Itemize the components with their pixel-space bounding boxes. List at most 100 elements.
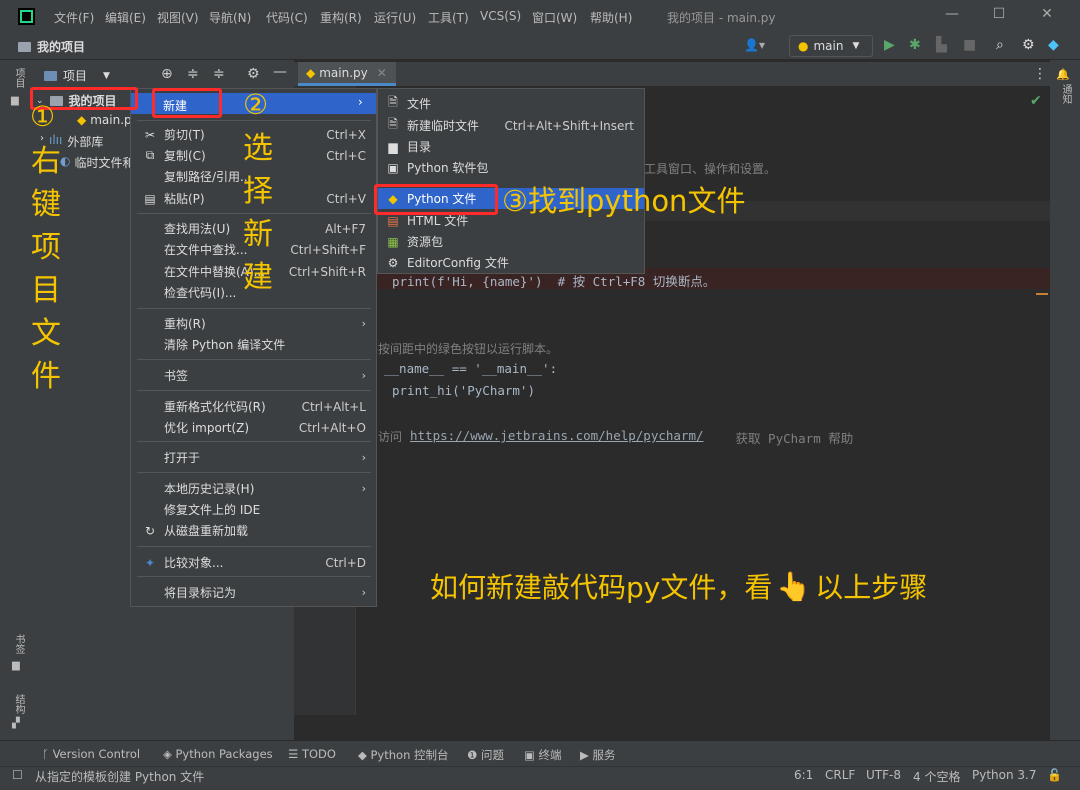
run-icon[interactable]: ▶ [884,37,895,53]
plugin-icon[interactable]: ◆ [1048,37,1059,53]
file-encoding[interactable]: UTF-8 [866,768,901,782]
error-stripe-mark [1036,293,1048,295]
reload-icon: ↻ [144,523,156,538]
code-comment-hint1: 工具窗口、操作和设置。 [644,162,777,176]
tool-tab-version-control[interactable]: ᚴ Version Control [42,747,140,761]
collapse-all-icon[interactable]: ≑ [213,66,225,82]
menu-item-repair-ide-label: 修复文件上的 IDE [164,503,261,517]
submenu-item-editorconfig[interactable]: ⚙ EditorConfig 文件 [378,252,644,273]
folder-icon: ▆ [11,95,19,106]
code-help-link[interactable]: https://www.jetbrains.com/help/pycharm/ [410,428,704,443]
menu-edit[interactable]: 编辑(E) [105,9,146,26]
menu-separator [137,359,371,360]
tool-tab-python-packages-label: Python Packages [175,747,273,761]
project-tool-tab[interactable]: 项目 [11,68,26,88]
menu-window[interactable]: 窗口(W) [532,9,577,26]
bookmarks-tool-tab[interactable]: 书签 [11,634,26,654]
python-console-icon: ◆ [358,748,371,762]
tree-scratches[interactable]: ◐临时文件和控制台 [60,154,130,171]
tool-tab-todo[interactable]: ☰ TODO [288,747,336,761]
hide-icon[interactable]: — [273,64,287,80]
user-icon[interactable]: 👤▾ [744,38,765,52]
tab-main-py-label: main.py [319,65,368,80]
menu-tools[interactable]: 工具(T) [428,9,469,26]
code-comment-hint2: 按间距中的绿色按钮以运行脚本。 [378,342,559,356]
caret-position[interactable]: 6:1 [794,768,813,782]
python-interpreter[interactable]: Python 3.7 [972,768,1037,782]
submenu-item-directory[interactable]: ▆ 目录 [378,136,644,157]
menu-item-bookmarks[interactable]: 书签 › [131,365,376,386]
search-icon[interactable]: ⌕ [996,37,1004,53]
bell-icon[interactable]: 🔔 [1056,68,1070,81]
maximize-icon[interactable]: ☐ [984,6,1014,22]
chevron-right-icon: › [361,586,366,599]
stop-icon[interactable]: ■ [963,37,976,53]
menu-item-refactor[interactable]: 重构(R) › [131,313,376,334]
submenu-item-resource-bundle[interactable]: ▦ 资源包 [378,231,644,252]
submenu-item-file[interactable]: 🗎 文件 [378,93,644,114]
step2-char: 择 [243,174,273,209]
menu-item-optimize-imports[interactable]: 优化 import(Z) Ctrl+Alt+O [131,417,376,438]
layout-icon[interactable]: ☐ [12,768,23,782]
debug-icon[interactable]: ✱ [909,37,921,53]
tool-tab-python-packages[interactable]: ◈ Python Packages [163,747,273,761]
chevron-right-icon: › [361,369,366,382]
step2-char: 选 [243,131,273,166]
notifications-tool-tab[interactable]: 通知 [1058,84,1073,104]
coverage-icon[interactable]: ▙ [936,37,947,53]
menu-view[interactable]: 视图(V) [157,9,199,26]
menu-code[interactable]: 代码(C) [266,9,308,26]
tool-tab-services[interactable]: ▶ 服务 [580,747,616,763]
gear-icon[interactable]: ⚙ [1022,37,1035,53]
menu-item-paste-label: 粘贴(P) [164,192,205,206]
menu-navigate[interactable]: 导航(N) [209,9,251,26]
expand-all-icon[interactable]: ≑ [187,66,199,82]
crosshair-icon[interactable]: ⊕ [161,66,173,82]
submenu-item-python-package[interactable]: ▣ Python 软件包 [378,157,644,178]
menu-item-compare-with[interactable]: ✦ 比较对象... Ctrl+D [131,552,376,573]
menu-file[interactable]: 文件(F) [54,9,94,26]
tab-main-py[interactable]: ◆ main.py ✕ [298,62,396,86]
summary-annotation-suffix: 以上步骤 [815,571,928,604]
close-tab-icon[interactable]: ✕ [377,66,387,80]
breadcrumb[interactable]: 我的项目 [18,38,85,55]
tool-tab-python-console[interactable]: ◆ Python 控制台 [358,747,449,763]
menu-item-mark-directory[interactable]: 将目录标记为 › [131,582,376,603]
menu-item-open-in[interactable]: 打开于 › [131,447,376,468]
folder-icon [18,41,31,52]
menu-item-copy-shortcut: Ctrl+C [326,148,366,163]
more-options-icon[interactable]: ⋮ [1033,66,1047,82]
run-configuration-selector[interactable]: ● main ▼ [789,35,873,57]
menu-item-reformat[interactable]: 重新格式化代码(R) Ctrl+Alt+L [131,396,376,417]
breadcrumb-project[interactable]: 我的项目 [37,38,85,55]
menu-item-local-history-label: 本地历史记录(H) [164,482,255,496]
menu-refactor[interactable]: 重构(R) [320,9,362,26]
submenu-item-resource-bundle-label: 资源包 [407,235,444,249]
menu-item-local-history[interactable]: 本地历史记录(H) › [131,478,376,499]
menu-vcs[interactable]: VCS(S) [480,9,521,23]
highlight-box-python-file [374,184,498,215]
step1-text: 右 键 项 目 文 件 [29,140,63,398]
close-icon[interactable]: ✕ [1032,6,1062,22]
menu-help[interactable]: 帮助(H) [590,9,632,26]
gear-icon[interactable]: ⚙ [247,66,260,82]
menu-item-repair-ide[interactable]: 修复文件上的 IDE [131,499,376,520]
menu-item-find-in-files-shortcut: Ctrl+Shift+F [290,242,366,257]
menu-separator [137,441,371,442]
menu-item-clean-python[interactable]: 清除 Python 编译文件 [131,334,376,355]
tool-tab-terminal[interactable]: ▣ 终端 [524,747,562,763]
python-file-icon: ◆ [77,113,87,127]
tool-tab-problems[interactable]: ❶ 问题 [467,747,504,763]
project-view-selector[interactable]: 项目 ▼ [44,67,110,84]
menu-item-clean-python-label: 清除 Python 编译文件 [164,338,286,352]
menu-item-find-usages-shortcut: Alt+F7 [325,221,366,236]
indent-setting[interactable]: 4 个空格 [913,768,960,785]
structure-tool-tab[interactable]: 结构 [11,694,26,714]
menu-item-reload-from-disk[interactable]: ↻ 从磁盘重新加载 [131,520,376,541]
line-separator[interactable]: CRLF [825,768,855,782]
lock-icon[interactable]: 🔓 [1047,768,1062,782]
submenu-item-scratch[interactable]: 🗎 新建临时文件 Ctrl+Alt+Shift+Insert [378,115,644,136]
menu-run[interactable]: 运行(U) [374,9,416,26]
minimize-icon[interactable]: — [937,6,967,22]
structure-icon: ▞ [12,718,20,729]
